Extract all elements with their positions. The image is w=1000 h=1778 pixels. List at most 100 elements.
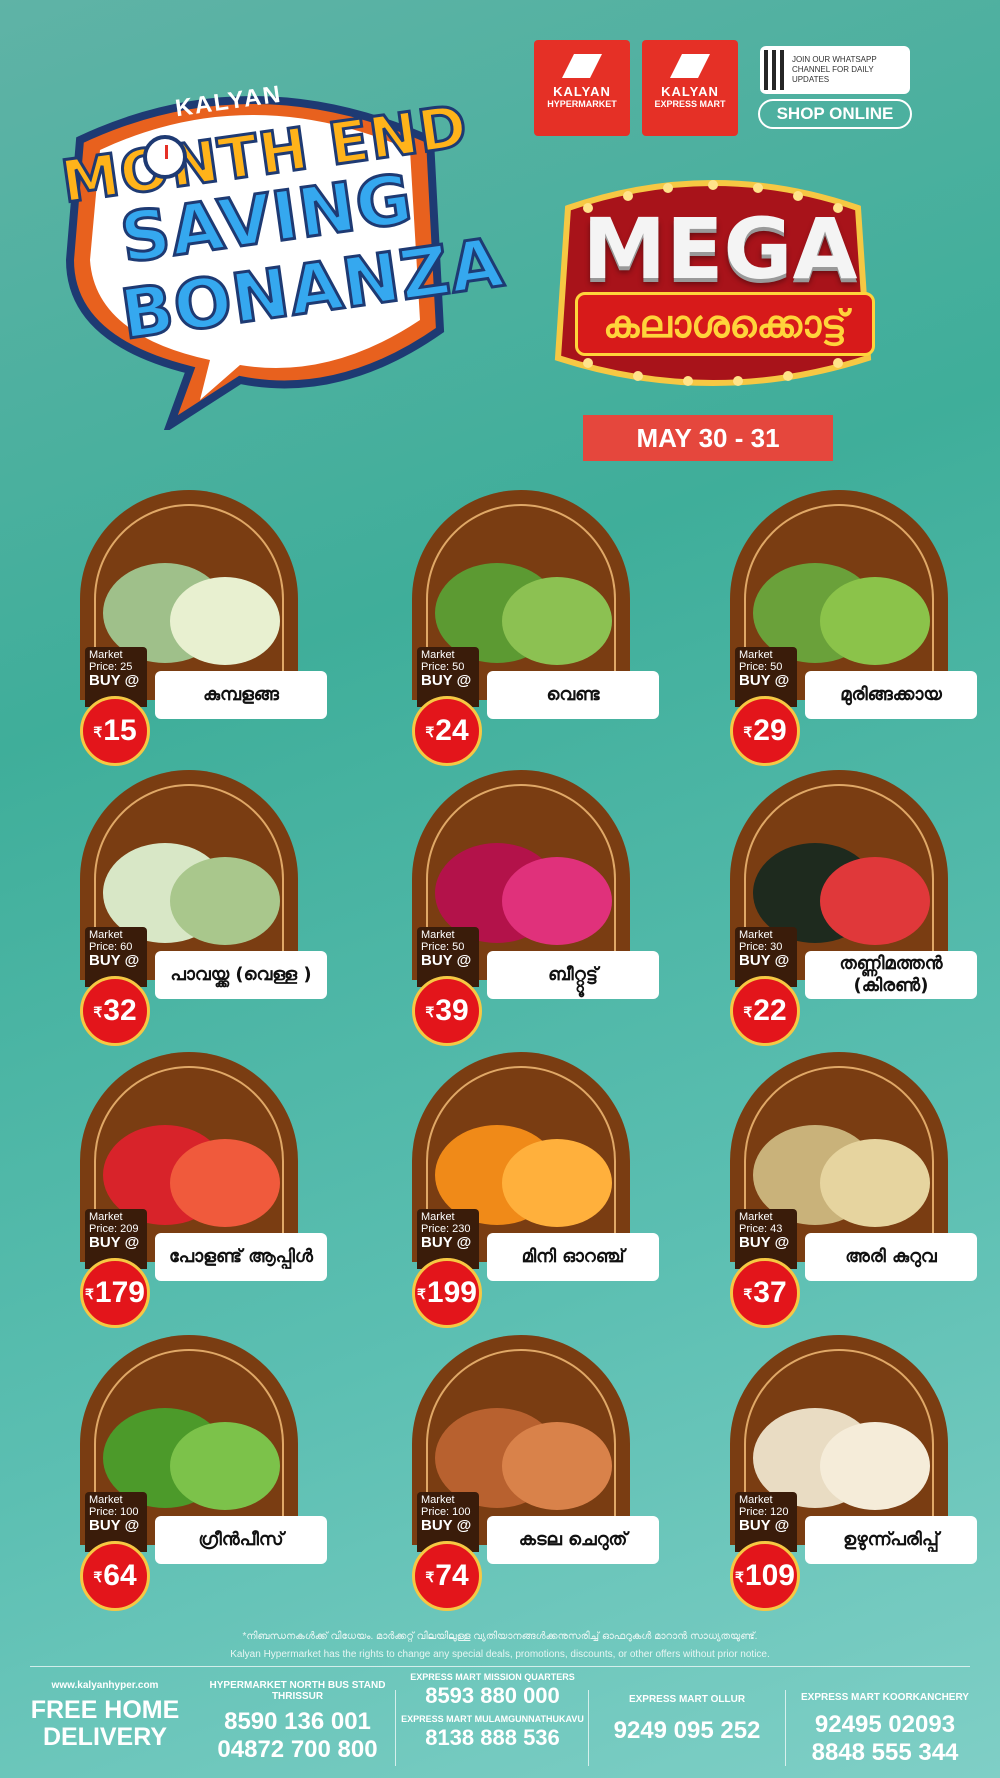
footer-mission-quarters: EXPRESS MART MISSION QUARTERS 8593 880 0… [400, 1672, 585, 1752]
rupee-symbol: ₹ [425, 724, 435, 741]
footer-separator [395, 1690, 396, 1766]
rupee-symbol: ₹ [93, 1569, 103, 1586]
mulam-phone[interactable]: 8138 888 536 [400, 1724, 585, 1752]
product-card[interactable]: Market Price: 25 BUY @ കുമ്പളങ്ങ ₹15 [55, 490, 345, 766]
market-price-text: Market Price: 43 [739, 1211, 783, 1235]
product-card[interactable]: Market Price: 60 BUY @ പാവയ്ക്ക (വെള്ള )… [55, 770, 345, 1046]
offer-price-badge: ₹179 [80, 1258, 150, 1328]
market-price-text: Market Price: 120 [739, 1494, 789, 1518]
mission-label: EXPRESS MART MISSION QUARTERS [410, 1672, 575, 1682]
hyper-logo-name: KALYAN [553, 84, 611, 99]
offer-price: 199 [426, 1276, 477, 1309]
product-name: അരി കുറുവ [805, 1233, 977, 1281]
buy-label: BUY @ [421, 1517, 472, 1534]
rupee-symbol: ₹ [93, 724, 103, 741]
offer-price: 29 [753, 714, 787, 747]
offer-price-badge: ₹74 [412, 1541, 482, 1611]
market-price-text: Market Price: 209 [89, 1211, 139, 1235]
product-card[interactable]: Market Price: 230 BUY @ മിനി ഓറഞ്ച് ₹199 [387, 1052, 677, 1328]
disclaimer-malayalam: *നിബന്ധനകൾക്ക് വിധേയം. മാർക്കറ്റ് വിലയില… [242, 1631, 758, 1642]
footer-separator [588, 1690, 589, 1766]
product-name: തണ്ണിമത്തൻ (കിരൺ) [805, 951, 977, 999]
product-card[interactable]: Market Price: 120 BUY @ ഉഴുന്ന്പരിപ്പ് ₹… [705, 1335, 995, 1611]
product-name: ഉഴുന്ന്പരിപ്പ് [805, 1516, 977, 1564]
buy-label: BUY @ [89, 672, 140, 689]
product-name: വെണ്ട [487, 671, 659, 719]
hyper-logo-sub: HYPERMARKET [547, 99, 617, 109]
footer-north-bus-stand: HYPERMARKET NORTH BUS STAND THRISSUR 859… [205, 1680, 390, 1764]
offer-price: 109 [744, 1559, 795, 1592]
footer-separator [785, 1690, 786, 1766]
koor-phone-2[interactable]: 8848 555 344 [790, 1739, 980, 1767]
north-city: THRISSUR [271, 1691, 324, 1702]
product-card[interactable]: Market Price: 50 BUY @ മുരിങ്ങക്കായ ₹29 [705, 490, 995, 766]
offer-price: 24 [435, 714, 469, 747]
buy-label: BUY @ [739, 672, 790, 689]
mega-title: MEGA [582, 200, 858, 298]
market-price-text: Market Price: 30 [739, 929, 783, 953]
kalyan-mark-icon [562, 54, 602, 78]
market-price-text: Market Price: 60 [89, 929, 133, 953]
product-card[interactable]: Market Price: 209 BUY @ പോളണ്ട് ആപ്പിൾ ₹… [55, 1052, 345, 1328]
rupee-symbol: ₹ [735, 1569, 744, 1586]
offer-date: MAY 30 - 31 [583, 415, 833, 461]
koor-phone-1[interactable]: 92495 02093 [790, 1711, 980, 1739]
ollur-phone[interactable]: 9249 095 252 [592, 1717, 782, 1745]
rupee-symbol: ₹ [425, 1004, 435, 1021]
buy-label: BUY @ [739, 952, 790, 969]
product-name: പോളണ്ട് ആപ്പിൾ [155, 1233, 327, 1281]
buy-label: BUY @ [89, 952, 140, 969]
market-price-text: Market Price: 230 [421, 1211, 471, 1235]
offer-price: 64 [103, 1559, 137, 1592]
product-card[interactable]: Market Price: 50 BUY @ ബീറ്റ്റൂട്ട് ₹39 [387, 770, 677, 1046]
product-name: മുരിങ്ങക്കായ [805, 671, 977, 719]
buy-label: BUY @ [421, 1234, 472, 1251]
disclaimer-english: Kalyan Hypermarket has the rights to cha… [230, 1649, 770, 1660]
mulam-label: EXPRESS MART MULAMGUNNATHUKAVU [401, 1714, 584, 1724]
clock-icon [143, 135, 187, 179]
disclaimer: *നിബന്ധനകൾക്ക് വിധേയം. മാർക്കറ്റ് വിലയില… [30, 1628, 970, 1664]
buy-label: BUY @ [421, 952, 472, 969]
express-logo-name: KALYAN [661, 84, 719, 99]
whatsapp-qr[interactable]: JOIN OUR WHATSAPP CHANNEL FOR DAILY UPDA… [760, 46, 910, 94]
market-price-text: Market Price: 50 [421, 929, 465, 953]
rupee-symbol: ₹ [743, 1004, 753, 1021]
delivery-text: DELIVERY [42, 1723, 168, 1751]
product-card[interactable]: Market Price: 30 BUY @ തണ്ണിമത്തൻ (കിരൺ)… [705, 770, 995, 1046]
shop-online-button[interactable]: SHOP ONLINE [758, 99, 912, 129]
rupee-symbol: ₹ [743, 724, 753, 741]
ollur-label: EXPRESS MART OLLUR [628, 1694, 746, 1705]
mega-subtitle: കലാശക്കൊട്ട് [575, 292, 875, 356]
product-name: കടല ചെറുത് [487, 1516, 659, 1564]
rupee-symbol: ₹ [743, 1286, 753, 1303]
offer-price-badge: ₹29 [730, 696, 800, 766]
footer-delivery: www.kalyanhyper.com FREE HOME DELIVERY [30, 1680, 180, 1751]
north-label: HYPERMARKET NORTH BUS STAND [209, 1680, 386, 1691]
buy-label: BUY @ [89, 1234, 140, 1251]
offer-price-badge: ₹39 [412, 976, 482, 1046]
buy-label: BUY @ [739, 1234, 790, 1251]
market-price-text: Market Price: 100 [89, 1494, 139, 1518]
rupee-symbol: ₹ [417, 1286, 426, 1303]
kalyan-mark-icon [670, 54, 710, 78]
whatsapp-text: JOIN OUR WHATSAPP CHANNEL FOR DAILY UPDA… [791, 55, 877, 84]
product-card[interactable]: Market Price: 43 BUY @ അരി കുറുവ ₹37 [705, 1052, 995, 1328]
offer-price-badge: ₹24 [412, 696, 482, 766]
mission-phone[interactable]: 8593 880 000 [400, 1682, 585, 1710]
express-mart-logo: KALYAN EXPRESS MART [642, 40, 738, 136]
free-home-text: FREE HOME [30, 1696, 180, 1724]
offer-price-badge: ₹22 [730, 976, 800, 1046]
product-card[interactable]: Market Price: 50 BUY @ വെണ്ട ₹24 [387, 490, 677, 766]
market-price-text: Market Price: 50 [421, 649, 465, 673]
footer-koorkanchery: EXPRESS MART KOORKANCHERY 92495 02093 88… [790, 1692, 980, 1767]
north-phone-2[interactable]: 04872 700 800 [205, 1736, 390, 1764]
offer-price: 39 [435, 994, 469, 1027]
product-card[interactable]: Market Price: 100 BUY @ ഗ്രീൻപീസ് ₹64 [55, 1335, 345, 1611]
offer-price-badge: ₹32 [80, 976, 150, 1046]
footer-ollur: EXPRESS MART OLLUR 9249 095 252 [592, 1694, 782, 1745]
footer-divider [30, 1666, 970, 1667]
north-phone-1[interactable]: 8590 136 001 [205, 1708, 390, 1736]
product-card[interactable]: Market Price: 100 BUY @ കടല ചെറുത് ₹74 [387, 1335, 677, 1611]
website-link[interactable]: www.kalyanhyper.com [30, 1680, 180, 1691]
koor-label: EXPRESS MART KOORKANCHERY [801, 1692, 969, 1703]
